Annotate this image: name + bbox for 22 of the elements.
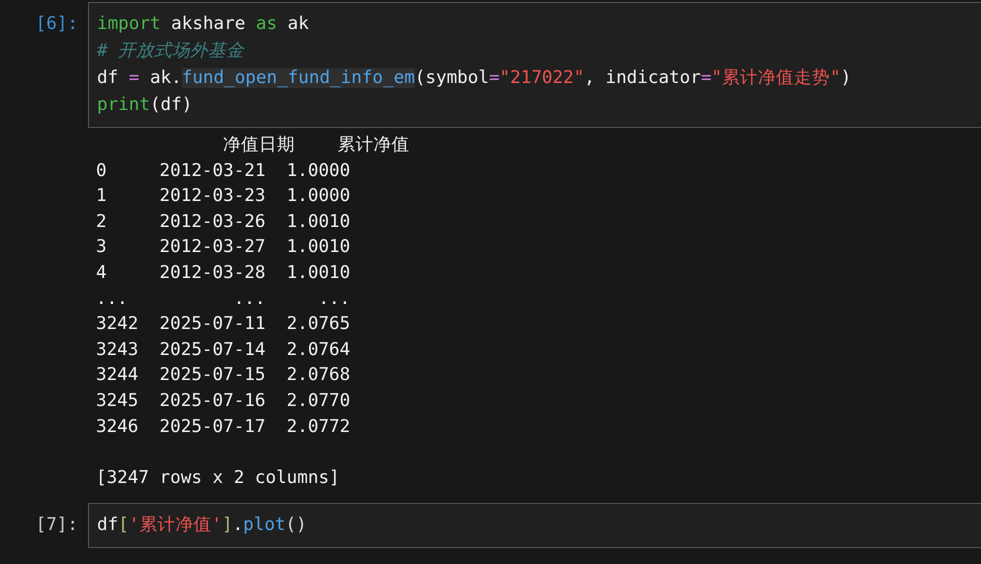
code-line: df = ak.fund_open_fund_info_em(symbol="217022", indicator="累计净值走势") xyxy=(97,67,852,90)
output-line: 净值日期 累计净值 xyxy=(222,135,410,155)
output-line: 3 2012-03-27 1.0010 xyxy=(96,237,350,258)
output-line: 3245 2025-07-16 2.0770 xyxy=(96,390,350,411)
output-line: 4 2012-03-28 1.0010 xyxy=(96,262,350,283)
cell-prompt: [7]: xyxy=(34,514,79,538)
code-line: df['累计净值'].plot() xyxy=(97,514,307,538)
code-line: # 开放式场外基金 xyxy=(97,40,244,63)
output-line: ... ... ... xyxy=(96,288,350,309)
output-line: 3244 2025-07-15 2.0768 xyxy=(96,365,350,386)
output-line: 3242 2025-07-11 2.0765 xyxy=(96,314,350,334)
code-cell[interactable]: df['累计净值'].plot() xyxy=(88,503,981,548)
output-line: 3243 2025-07-14 2.0764 xyxy=(96,340,350,360)
output-line: 2 2012-03-26 1.0010 xyxy=(96,212,350,232)
code-line: print(df) xyxy=(97,94,192,117)
code-line: import akshare as ak xyxy=(97,13,309,36)
output-summary: [3247 rows x 2 columns] xyxy=(96,468,340,488)
output-line: 3246 2025-07-17 2.0772 xyxy=(96,416,350,437)
cell-prompt: [6]: xyxy=(34,13,79,36)
output-line: 0 2012-03-21 1.0000 xyxy=(96,160,350,181)
code-cell[interactable]: import akshare as ak # 开放式场外基金 df = ak.fund_open_fund_info_em(symbol="217022", indicator="累计净值走势") print(df) xyxy=(88,2,981,128)
output-line: 1 2012-03-23 1.0000 xyxy=(96,186,350,206)
